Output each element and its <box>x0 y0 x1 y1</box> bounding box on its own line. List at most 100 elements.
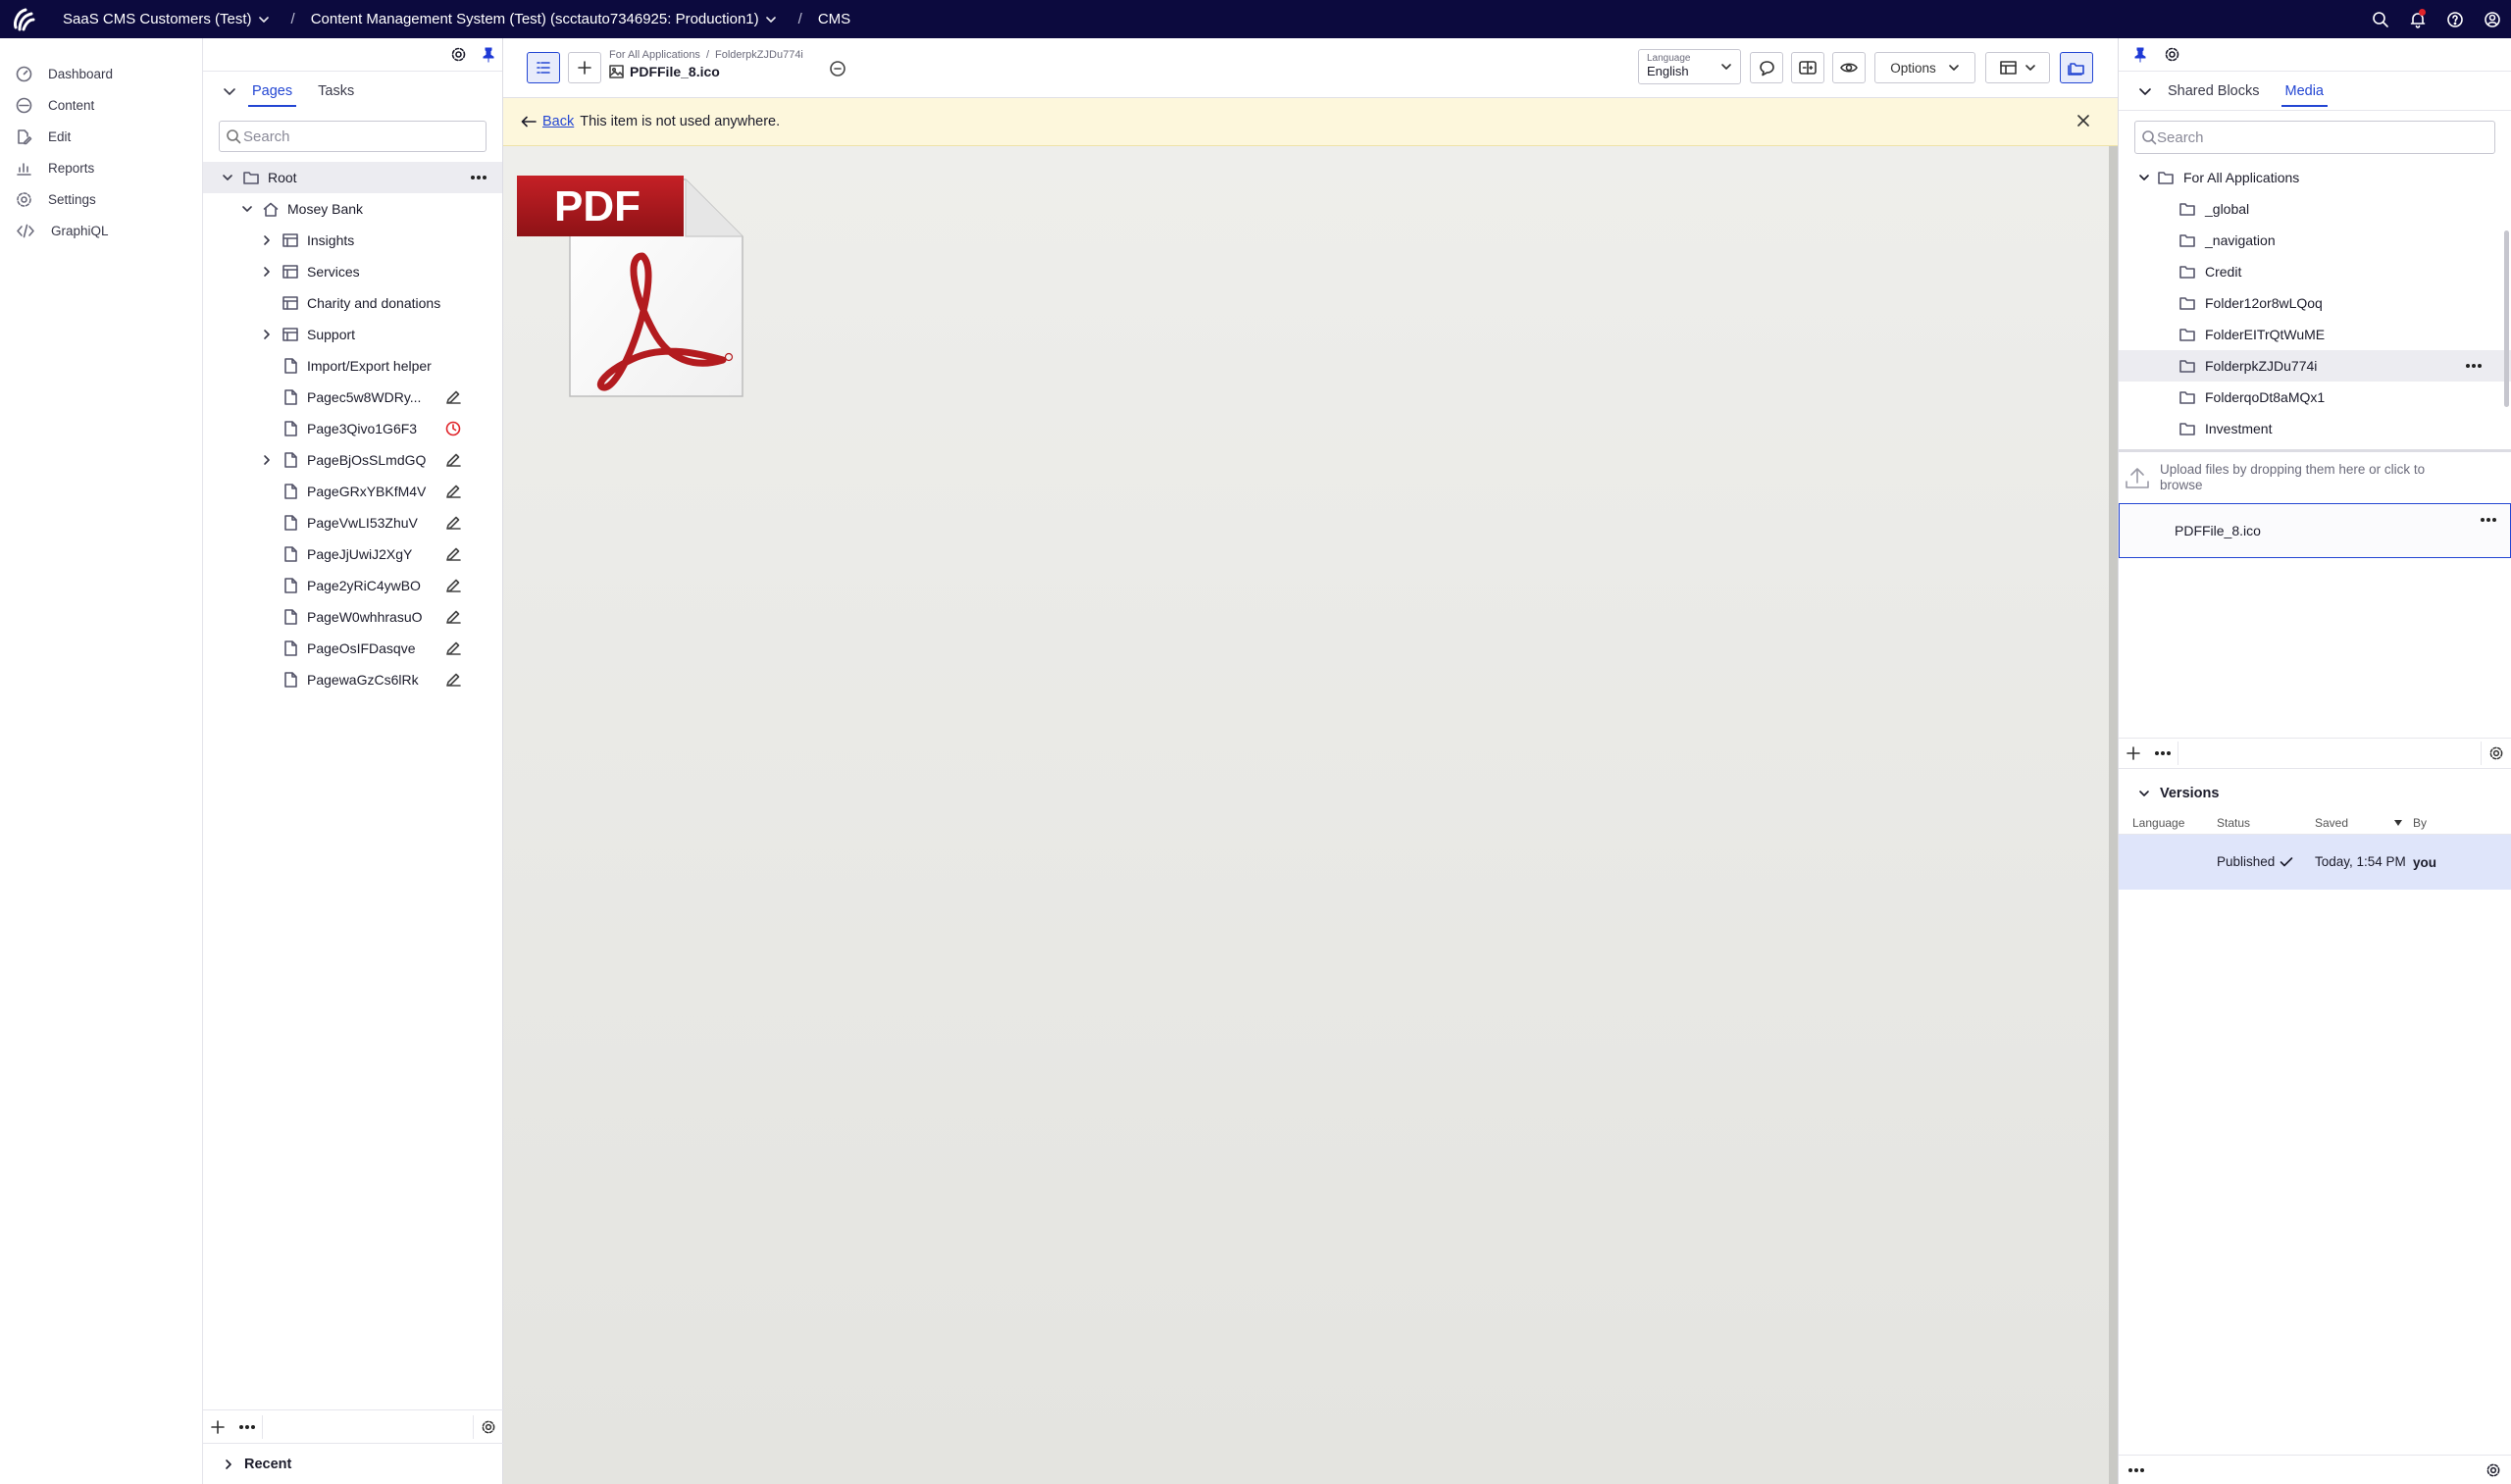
nav-item-graphiql[interactable]: GraphiQL <box>0 215 202 246</box>
help-icon[interactable] <box>2436 0 2474 38</box>
tab-shared-blocks[interactable]: Shared Blocks <box>2164 76 2264 107</box>
chevron-down-icon[interactable] <box>238 203 256 215</box>
media-file-item[interactable]: PDFFile_8.ico <box>2119 503 2511 558</box>
user-avatar-icon[interactable] <box>2474 0 2511 38</box>
chevron-right-icon[interactable] <box>258 234 276 246</box>
list-tree-icon <box>537 62 550 74</box>
tree-row-item[interactable]: PageOsIFDasqve <box>203 633 502 664</box>
language-select[interactable]: Language English <box>1638 49 1741 84</box>
more-options-icon[interactable] <box>2148 751 2178 755</box>
optimizely-logo-icon[interactable] <box>0 0 47 38</box>
add-icon[interactable] <box>203 1419 232 1434</box>
folder-row[interactable]: FolderqoDt8aMQx1 <box>2119 382 2511 413</box>
breadcrumb-item[interactable]: For All Applications <box>609 49 700 61</box>
column-language[interactable]: Language <box>2119 816 2217 830</box>
page-tree-search-input[interactable]: Search <box>219 121 487 152</box>
options-dropdown[interactable]: Options <box>1874 52 1975 83</box>
collapse-chevron-icon[interactable] <box>2138 84 2152 98</box>
nav-item-edit[interactable]: Edit <box>0 121 202 152</box>
compare-button[interactable] <box>1791 52 1824 83</box>
column-status[interactable]: Status <box>2217 816 2315 830</box>
nav-item-settings[interactable]: Settings <box>0 183 202 215</box>
add-icon[interactable] <box>2119 746 2148 760</box>
tree-row-item[interactable]: Import/Export helper <box>203 350 502 382</box>
folder-row[interactable]: FolderpkZJDu774i <box>2119 350 2511 382</box>
tree-row-site[interactable]: Mosey Bank <box>203 193 502 225</box>
chevron-down-icon[interactable] <box>2138 172 2150 183</box>
tree-row-item[interactable]: Services <box>203 256 502 287</box>
title-options-icon[interactable] <box>829 60 846 77</box>
more-options-icon[interactable] <box>2466 364 2482 368</box>
comments-button[interactable] <box>1750 52 1783 83</box>
view-layout-dropdown[interactable] <box>1985 52 2050 83</box>
org-switcher[interactable]: SaaS CMS Customers (Test) <box>63 11 270 27</box>
more-options-icon[interactable] <box>2128 1467 2144 1472</box>
folder-row[interactable]: Folder12or8wLQoq <box>2119 287 2511 319</box>
tree-row-item[interactable]: PageW0whhrasuO <box>203 601 502 633</box>
gear-icon[interactable] <box>2164 46 2180 63</box>
gear-icon[interactable] <box>450 46 467 63</box>
scrollbar[interactable] <box>2504 230 2509 407</box>
chevron-right-icon[interactable] <box>258 329 276 340</box>
toggle-tree-button[interactable] <box>527 52 560 83</box>
folder-row[interactable]: FolderEITrQtWuME <box>2119 319 2511 350</box>
tree-row-item[interactable]: Pagec5w8WDRy... <box>203 382 502 413</box>
nav-item-dashboard[interactable]: Dashboard <box>0 58 202 89</box>
folder-row[interactable]: _global <box>2119 193 2511 225</box>
nav-item-reports[interactable]: Reports <box>0 152 202 183</box>
close-icon[interactable] <box>2076 114 2090 128</box>
tree-item-label: PageJjUwiJ2XgY <box>307 546 413 562</box>
gear-icon[interactable] <box>474 1419 503 1435</box>
tree-row-item[interactable]: PagewaGzCs6lRk <box>203 664 502 695</box>
tab-media[interactable]: Media <box>2280 76 2329 107</box>
tree-row-item[interactable]: Page2yRiC4ywBO <box>203 570 502 601</box>
column-by[interactable]: By <box>2413 816 2511 830</box>
folder-row[interactable]: _navigation <box>2119 225 2511 256</box>
tree-row-item[interactable]: PageBjOsSLmdGQ <box>203 444 502 476</box>
upload-dropzone[interactable]: Upload files by dropping them here or cl… <box>2119 452 2511 503</box>
chevron-right-icon[interactable] <box>258 266 276 278</box>
project-switcher[interactable]: Content Management System (Test) (scctau… <box>311 11 777 27</box>
folder-label: FolderEITrQtWuME <box>2205 327 2326 342</box>
tree-row-item[interactable]: PageJjUwiJ2XgY <box>203 538 502 570</box>
version-row[interactable]: Published Today, 1:54 PM you <box>2119 835 2511 890</box>
media-search-input[interactable]: Search <box>2134 121 2495 154</box>
collapse-chevron-icon[interactable] <box>223 84 236 98</box>
more-options-icon[interactable] <box>471 176 487 179</box>
gear-icon[interactable] <box>2485 1462 2501 1478</box>
chevron-right-icon[interactable] <box>258 454 276 466</box>
tab-tasks[interactable]: Tasks <box>314 76 358 107</box>
gear-icon[interactable] <box>2482 745 2511 761</box>
recent-section-toggle[interactable]: Recent <box>203 1443 503 1484</box>
add-button[interactable] <box>568 52 601 83</box>
more-options-icon[interactable] <box>232 1424 262 1429</box>
tab-pages[interactable]: Pages <box>248 76 297 107</box>
preview-button[interactable] <box>1832 52 1866 83</box>
pin-icon[interactable] <box>2132 47 2148 63</box>
tree-row-item[interactable]: Page3Qivo1G6F3 <box>203 413 502 444</box>
tree-row-item[interactable]: PageVwLI53ZhuV <box>203 507 502 538</box>
tree-row-item[interactable]: Support <box>203 319 502 350</box>
more-options-icon[interactable] <box>2481 518 2496 522</box>
folder-row-root[interactable]: For All Applications <box>2119 162 2511 193</box>
toggle-assets-button[interactable] <box>2060 52 2093 83</box>
draft-pencil-icon <box>445 672 461 688</box>
folder-row[interactable]: Credit <box>2119 256 2511 287</box>
nav-item-content[interactable]: Content <box>0 89 202 121</box>
column-saved[interactable]: Saved <box>2315 816 2413 830</box>
chevron-down-icon[interactable] <box>219 172 236 183</box>
folder-label: _navigation <box>2205 232 2276 248</box>
folder-row[interactable]: Mortgage <box>2119 444 2511 449</box>
search-icon[interactable] <box>2362 0 2399 38</box>
notifications-bell-icon[interactable] <box>2399 0 2436 38</box>
pin-icon[interactable] <box>481 47 496 63</box>
breadcrumb-item[interactable]: FolderpkZJDu774i <box>715 49 803 61</box>
tree-row-item[interactable]: Insights <box>203 225 502 256</box>
app-name[interactable]: CMS <box>818 11 850 27</box>
tree-row-item[interactable]: Charity and donations <box>203 287 502 319</box>
back-link[interactable]: Back <box>542 114 574 129</box>
tree-row-item[interactable]: PageGRxYBKfM4V <box>203 476 502 507</box>
versions-toggle[interactable]: Versions <box>2119 776 2511 811</box>
folder-row[interactable]: Investment <box>2119 413 2511 444</box>
tree-row-root[interactable]: Root <box>203 162 502 193</box>
